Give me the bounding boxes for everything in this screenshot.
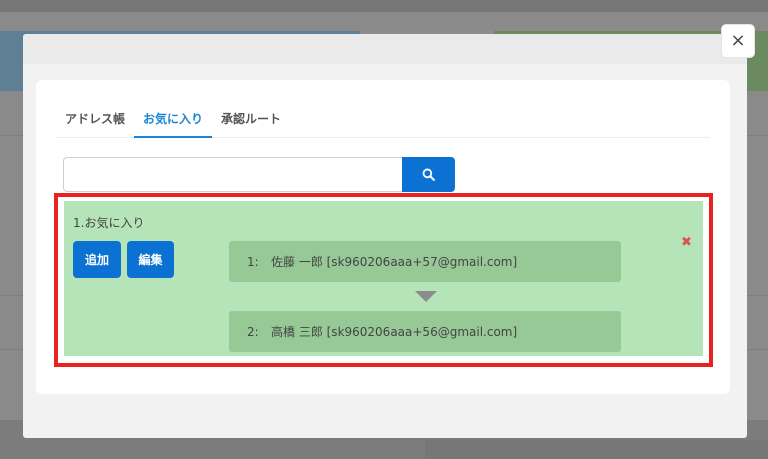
member-item[interactable]: 2: 高橋 三郎 [sk960206aaa+56@gmail.com] [229,311,621,352]
tab-favorites[interactable]: お気に入り [134,104,213,138]
search-input[interactable] [63,157,403,192]
tab-address-book[interactable]: アドレス帳 [56,104,134,138]
member-label: 高橋 三郎 [sk960206aaa+56@gmail.com] [271,325,518,339]
arrow-down-icon [415,291,437,302]
member-index: 1: [247,254,259,269]
group-title: 1.お気に入り [73,216,145,230]
modal-close-button[interactable]: × [722,25,754,57]
member-label: 佐藤 一郎 [sk960206aaa+57@gmail.com] [271,255,518,269]
search-icon [422,168,435,181]
modal-header [23,34,747,64]
tab-approval-route[interactable]: 承認ルート [212,104,290,138]
edit-button[interactable]: 編集 [127,241,174,278]
close-icon: × [730,30,746,51]
background-header [0,0,768,12]
member-item[interactable]: 1: 佐藤 一郎 [sk960206aaa+57@gmail.com] [229,241,621,282]
add-button[interactable]: 追加 [73,241,121,278]
background-footer-panel [425,440,768,459]
remove-group-icon[interactable]: ✖ [681,235,692,250]
member-index: 2: [247,324,259,339]
tab-bar: アドレス帳 お気に入り 承認ルート [56,104,710,138]
search-button[interactable] [402,157,455,192]
